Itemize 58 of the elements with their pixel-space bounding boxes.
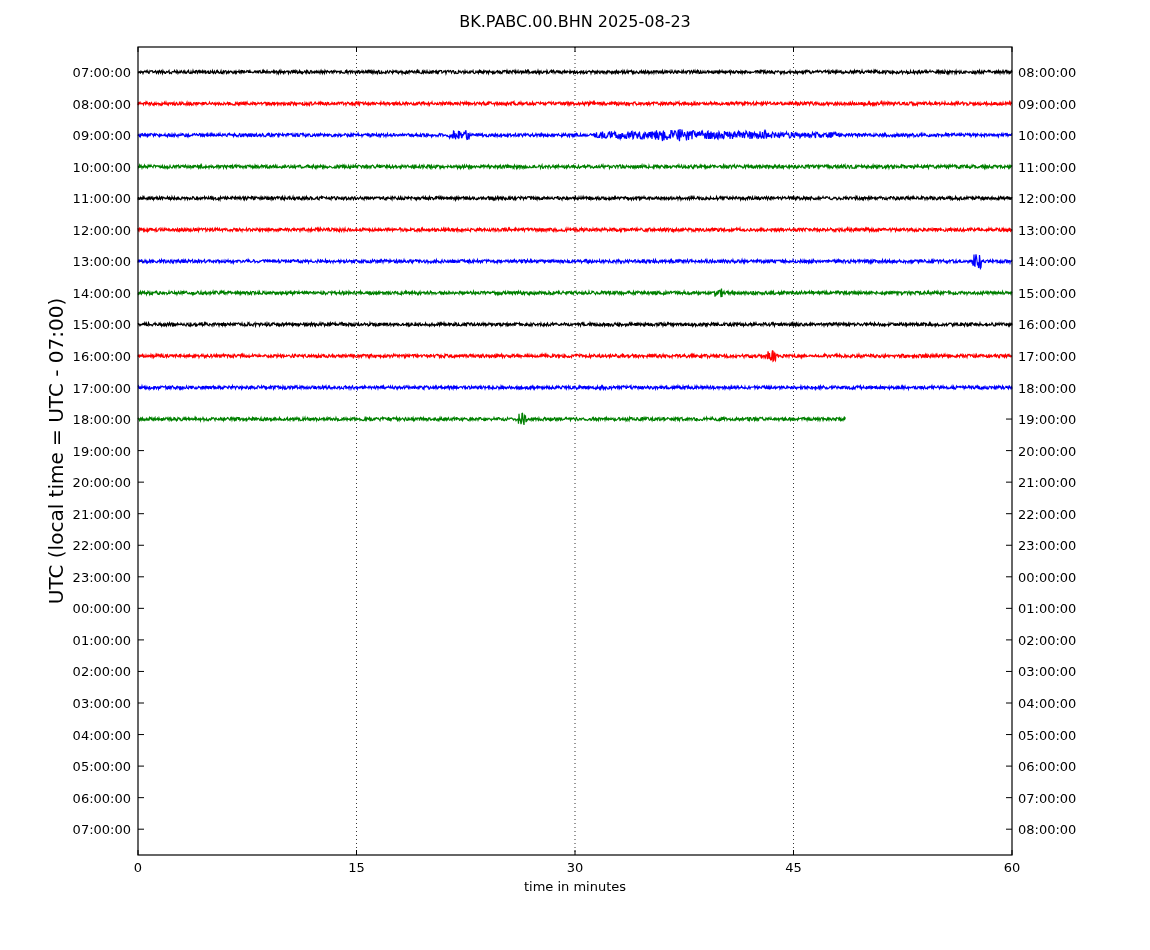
x-tick-label: 30 (566, 860, 584, 875)
x-tick-label: 60 (1003, 860, 1021, 875)
x-tick-label: 0 (133, 860, 143, 875)
y-tick-label: 03:00:00 (1018, 664, 1077, 680)
y-tick-label: 22:00:00 (72, 538, 131, 554)
x-tick-label: 45 (785, 860, 802, 875)
y-tick-label: 07:00:00 (1018, 790, 1077, 806)
y-tick-label: 05:00:00 (72, 759, 131, 775)
y-tick-label: 12:00:00 (1018, 191, 1077, 207)
y-tick-label: 04:00:00 (72, 727, 131, 743)
y-tick-label: 00:00:00 (1018, 569, 1077, 585)
x-tick-label: 15 (348, 860, 365, 875)
y-tick-label: 09:00:00 (72, 128, 131, 144)
y-tick-label: 06:00:00 (1018, 759, 1077, 775)
y-tick-label: 22:00:00 (1018, 506, 1077, 522)
y-tick-label: 11:00:00 (72, 191, 131, 207)
y-tick-label: 14:00:00 (1018, 254, 1077, 270)
y-tick-label: 05:00:00 (1018, 727, 1077, 743)
y-tick-label: 10:00:00 (1018, 128, 1077, 144)
y-tick-label: 13:00:00 (1018, 222, 1077, 238)
y-tick-label: 20:00:00 (72, 475, 131, 491)
x-axis-label: time in minutes (523, 879, 627, 894)
y-tick-label: 03:00:00 (72, 696, 131, 711)
y-tick-label: 15:00:00 (1018, 285, 1077, 301)
y-axis-label: UTC (local time = UTC - 07:00) (44, 297, 68, 605)
y-tick-label: 04:00:00 (1018, 696, 1077, 711)
y-tick-label: 20:00:00 (1018, 443, 1077, 459)
y-tick-label: 17:00:00 (72, 380, 131, 396)
y-tick-label: 18:00:00 (1018, 380, 1077, 396)
y-tick-label: 23:00:00 (72, 569, 131, 585)
y-tick-label: 19:00:00 (1018, 412, 1077, 428)
y-tick-label: 15:00:00 (72, 317, 131, 333)
y-tick-label: 06:00:00 (72, 790, 131, 806)
y-tick-label: 21:00:00 (1018, 475, 1077, 491)
y-tick-label: 09:00:00 (1018, 96, 1077, 112)
y-tick-label: 02:00:00 (1018, 632, 1077, 648)
y-tick-label: 16:00:00 (72, 348, 131, 364)
y-tick-label: 00:00:00 (72, 601, 131, 617)
y-tick-label: 01:00:00 (1018, 601, 1077, 617)
chart-title: BK.PABC.00.BHN 2025-08-23 (459, 12, 691, 31)
y-tick-label: 07:00:00 (72, 822, 131, 838)
y-tick-label: 02:00:00 (72, 664, 131, 680)
y-tick-label: 23:00:00 (1018, 538, 1077, 554)
y-tick-label: 07:00:00 (72, 65, 131, 80)
y-tick-label: 11:00:00 (1018, 159, 1077, 175)
y-tick-label: 01:00:00 (72, 632, 131, 648)
y-tick-label: 13:00:00 (72, 254, 131, 270)
y-tick-label: 08:00:00 (1018, 65, 1077, 80)
y-tick-label: 17:00:00 (1018, 348, 1077, 364)
y-tick-label: 08:00:00 (1018, 822, 1077, 838)
y-tick-label: 19:00:00 (72, 443, 131, 459)
y-tick-label: 10:00:00 (72, 159, 131, 175)
y-tick-label: 14:00:00 (72, 285, 131, 301)
y-tick-label: 16:00:00 (1018, 317, 1077, 333)
y-tick-label: 18:00:00 (72, 412, 131, 428)
y-tick-label: 12:00:00 (72, 222, 131, 238)
y-tick-label: 21:00:00 (72, 506, 131, 522)
y-tick-label: 08:00:00 (72, 96, 131, 112)
